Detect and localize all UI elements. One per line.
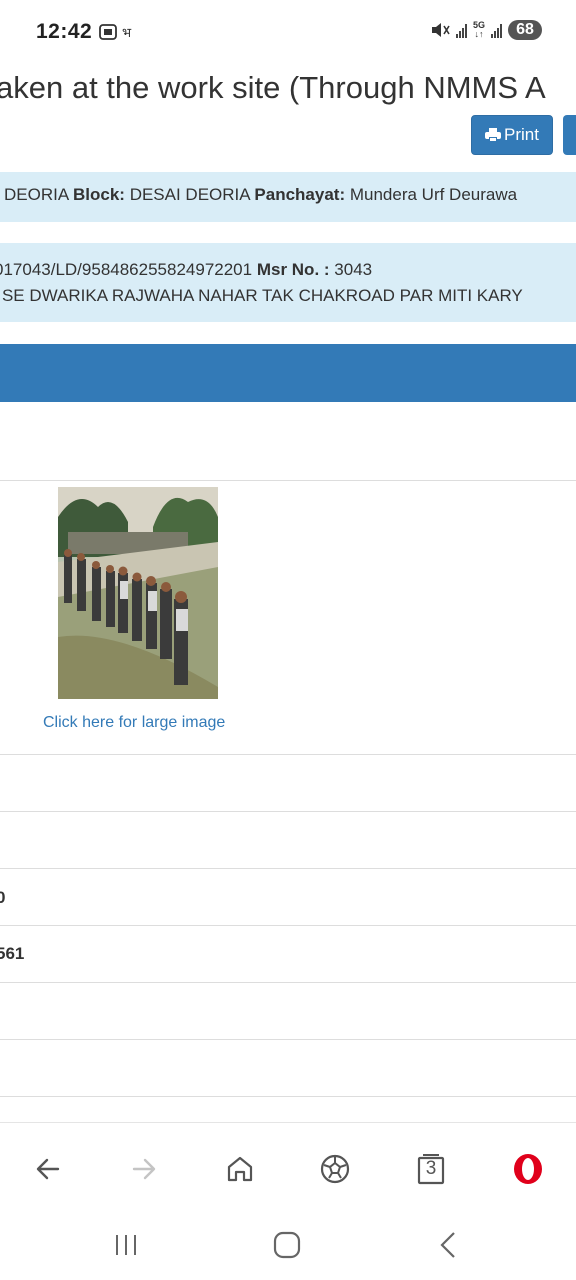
opera-icon[interactable] bbox=[512, 1153, 544, 1185]
mute-icon bbox=[431, 23, 450, 37]
signal-icon-2 bbox=[491, 22, 502, 38]
back-icon[interactable] bbox=[32, 1153, 64, 1185]
tab-count: 3 bbox=[425, 1158, 437, 1179]
district-value: DEORIA bbox=[4, 185, 69, 204]
printer-icon bbox=[485, 128, 502, 142]
status-time: 12:42 bbox=[36, 20, 93, 43]
browser-toolbar: 3 bbox=[0, 1122, 576, 1212]
network-type: 5G ↓↑ bbox=[472, 20, 485, 39]
status-bar: 12:42 भ 5G ↓↑ 68 bbox=[0, 0, 576, 66]
signal-icon bbox=[455, 22, 467, 38]
worksite-photo[interactable] bbox=[58, 487, 218, 699]
status-right-icons: 5G ↓↑ 68 bbox=[430, 20, 542, 40]
recents-icon[interactable] bbox=[110, 1230, 142, 1260]
table-row bbox=[0, 402, 576, 481]
block-label: Block: bbox=[72, 185, 125, 204]
panchayat-value: Mundera Urf Deurawa bbox=[349, 185, 518, 204]
back-chevron-icon[interactable] bbox=[433, 1230, 465, 1260]
forward-icon[interactable] bbox=[128, 1153, 160, 1185]
work-info: 017043/LD/958486255824972201 Msr No. : 3… bbox=[0, 243, 576, 322]
home-icon[interactable] bbox=[224, 1153, 256, 1185]
table-row bbox=[0, 812, 576, 869]
screenshot-icon: भ bbox=[99, 24, 132, 41]
table-header bbox=[0, 344, 576, 402]
work-code: 017043/LD/958486255824972201 bbox=[0, 260, 253, 279]
block-value: DESAI DEORIA bbox=[129, 185, 250, 204]
web-page: aken at the work site (Through NMMS A Pr… bbox=[0, 66, 576, 1122]
msr-value: 3043 bbox=[334, 260, 373, 279]
print-label: Print bbox=[504, 125, 539, 144]
work-name: ' SE DWARIKA RAJWAHA NAHAR TAK CHAKROAD … bbox=[0, 286, 523, 305]
cell-value: 0 bbox=[0, 888, 6, 907]
tabs-icon[interactable]: 3 bbox=[415, 1153, 447, 1185]
status-notification-icons: भ bbox=[98, 22, 144, 47]
battery-indicator: 68 bbox=[508, 20, 542, 40]
football-icon[interactable] bbox=[319, 1153, 351, 1185]
page-title: aken at the work site (Through NMMS A bbox=[0, 70, 546, 105]
table-row bbox=[0, 755, 576, 812]
large-image-link[interactable]: Click here for large image bbox=[43, 714, 225, 732]
home-circle-icon[interactable] bbox=[271, 1230, 303, 1260]
table-row bbox=[0, 1040, 576, 1097]
panchayat-label: Panchayat: bbox=[254, 185, 346, 204]
msr-label: Msr No. : bbox=[256, 260, 330, 279]
table-row: 561 bbox=[0, 926, 576, 983]
print-button[interactable]: Print bbox=[471, 115, 553, 155]
svg-text:भ: भ bbox=[122, 26, 132, 41]
cell-value: 561 bbox=[0, 944, 25, 963]
location-info: DEORIA Block: DESAI DEORIA Panchayat: Mu… bbox=[0, 172, 576, 222]
table-row bbox=[0, 983, 576, 1040]
table-row: 0 bbox=[0, 869, 576, 926]
system-nav-bar bbox=[0, 1212, 576, 1280]
second-button-edge[interactable] bbox=[563, 115, 576, 155]
